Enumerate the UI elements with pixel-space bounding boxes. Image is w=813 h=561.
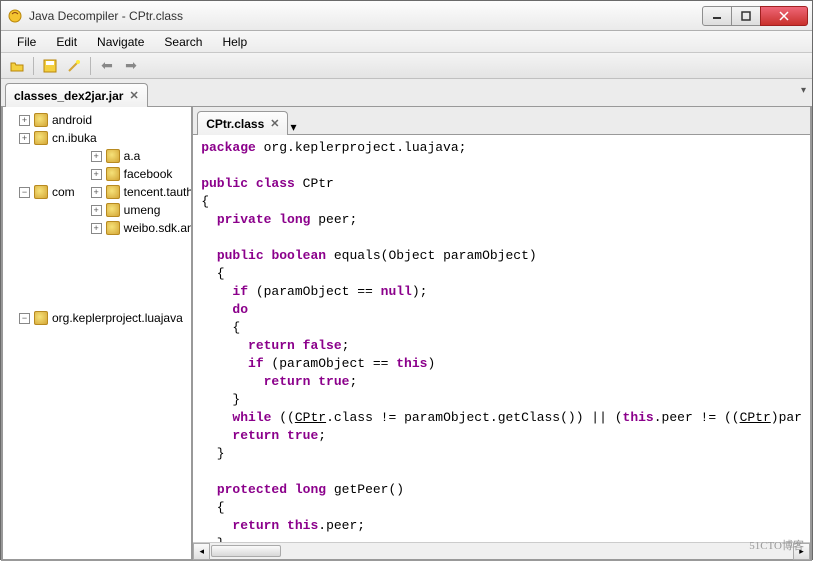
- separator: [33, 57, 34, 75]
- collapse-icon[interactable]: −: [19, 187, 30, 198]
- horizontal-scrollbar[interactable]: ◂ ▸: [193, 542, 810, 559]
- arrow-left-icon: ⬅: [101, 57, 113, 74]
- package-icon: [34, 113, 48, 127]
- expand-icon[interactable]: +: [19, 133, 30, 144]
- expand-icon[interactable]: +: [91, 151, 102, 162]
- wand-icon[interactable]: [64, 56, 84, 76]
- editor-tab-label: CPtr.class: [206, 117, 264, 131]
- expand-icon[interactable]: +: [91, 187, 102, 198]
- package-tree[interactable]: + android + cn.ibuka − com + a.a + facebook + tence…: [1, 107, 193, 561]
- expand-icon[interactable]: +: [91, 169, 102, 180]
- package-icon: [34, 185, 48, 199]
- minimize-button[interactable]: [702, 6, 732, 26]
- package-icon: [34, 131, 48, 145]
- menu-help[interactable]: Help: [212, 33, 257, 51]
- tree-label: weibo.sdk.android: [124, 219, 194, 237]
- tree-item[interactable]: − org.keplerproject.luajava: [19, 309, 183, 327]
- tree-item[interactable]: + android: [19, 111, 92, 129]
- tree-item[interactable]: − com: [19, 183, 75, 201]
- menu-edit[interactable]: Edit: [46, 33, 87, 51]
- tree-label: cn.ibuka: [52, 129, 97, 147]
- save-icon[interactable]: [40, 56, 60, 76]
- tree-label: tencent.tauth: [124, 183, 193, 201]
- editor-tab[interactable]: CPtr.class ✕: [197, 111, 288, 135]
- jar-tab[interactable]: classes_dex2jar.jar ✕: [5, 83, 148, 107]
- titlebar: Java Decompiler - CPtr.class: [1, 1, 812, 31]
- tree-item[interactable]: + cn.ibuka: [19, 129, 97, 147]
- tree-label: a.a: [124, 147, 141, 165]
- tree-label: android: [52, 111, 92, 129]
- menu-navigate[interactable]: Navigate: [87, 33, 154, 51]
- close-button[interactable]: [760, 6, 808, 26]
- arrow-right-icon: ➡: [125, 57, 137, 74]
- jar-tab-label: classes_dex2jar.jar: [14, 89, 123, 103]
- tree-item[interactable]: + weibo.sdk.android: [91, 219, 194, 237]
- package-icon: [106, 185, 120, 199]
- tree-item[interactable]: + facebook: [91, 165, 173, 183]
- separator: [90, 57, 91, 75]
- tab-dropdown-icon[interactable]: ▾: [801, 85, 806, 96]
- expand-icon[interactable]: +: [19, 115, 30, 126]
- close-icon[interactable]: ✕: [129, 89, 138, 102]
- menu-file[interactable]: File: [7, 33, 46, 51]
- tree-item[interactable]: + umeng: [91, 201, 161, 219]
- tree-label: facebook: [124, 165, 173, 183]
- maximize-button[interactable]: [731, 6, 761, 26]
- app-icon: [7, 8, 23, 24]
- tree-label: umeng: [124, 201, 161, 219]
- close-icon[interactable]: ✕: [270, 117, 279, 130]
- package-icon: [106, 221, 120, 235]
- expand-icon[interactable]: +: [91, 205, 102, 216]
- tree-label: com: [52, 183, 75, 201]
- package-icon: [34, 311, 48, 325]
- back-button[interactable]: ⬅: [97, 56, 117, 76]
- editor-tabstrip: CPtr.class ✕ ▾: [193, 107, 810, 135]
- code-editor[interactable]: package org.keplerproject.luajava; publi…: [193, 135, 810, 542]
- forward-button[interactable]: ➡: [121, 56, 141, 76]
- scrollbar-thumb[interactable]: [211, 545, 281, 557]
- package-icon: [106, 167, 120, 181]
- expand-icon[interactable]: +: [91, 223, 102, 234]
- window-title: Java Decompiler - CPtr.class: [29, 9, 703, 23]
- toolbar: ⬅ ➡: [1, 53, 812, 79]
- watermark: 51CTO博客: [749, 537, 804, 553]
- open-icon[interactable]: [7, 56, 27, 76]
- menubar: File Edit Navigate Search Help: [1, 31, 812, 53]
- scroll-left-icon[interactable]: ◂: [193, 543, 210, 560]
- package-icon: [106, 203, 120, 217]
- collapse-icon[interactable]: −: [19, 313, 30, 324]
- tree-item[interactable]: + a.a: [91, 147, 141, 165]
- jar-tabstrip: classes_dex2jar.jar ✕ ▾: [1, 79, 812, 107]
- tree-item[interactable]: + tencent.tauth: [91, 183, 193, 201]
- tree-label: org.keplerproject.luajava: [52, 309, 183, 327]
- menu-search[interactable]: Search: [154, 33, 212, 51]
- tab-dropdown-icon[interactable]: ▾: [290, 120, 296, 134]
- package-icon: [106, 149, 120, 163]
